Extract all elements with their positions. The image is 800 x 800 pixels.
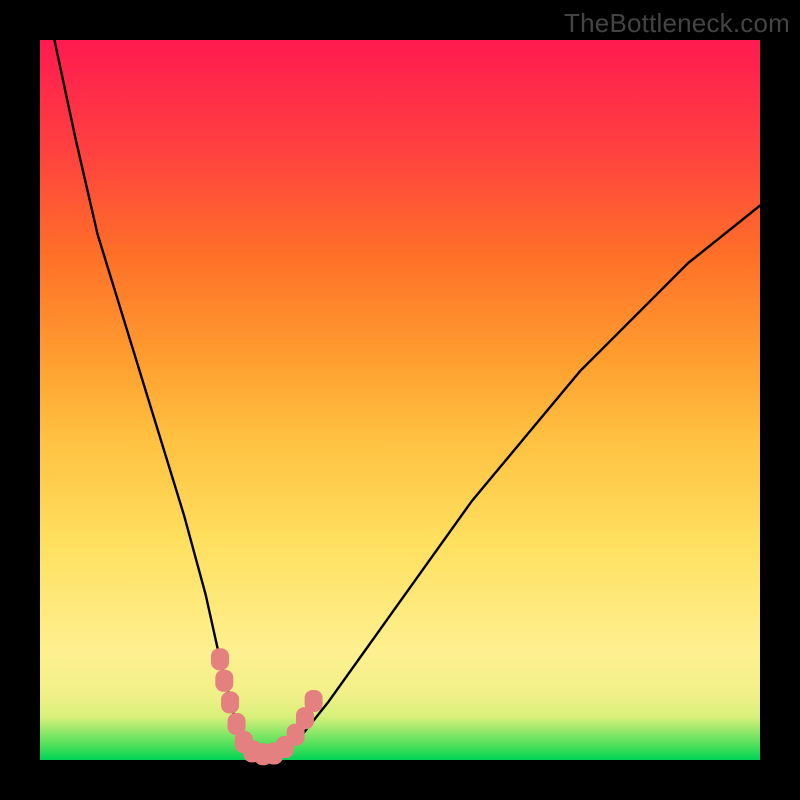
chart-frame: TheBottleneck.com — [0, 0, 800, 800]
curve-marker — [221, 691, 239, 713]
curve-markers — [211, 648, 323, 765]
watermark-text: TheBottleneck.com — [564, 8, 790, 39]
bottleneck-curve — [54, 40, 760, 760]
curve-marker — [211, 648, 229, 670]
curve-marker — [215, 670, 233, 692]
chart-svg — [40, 40, 760, 760]
curve-marker — [305, 690, 323, 712]
